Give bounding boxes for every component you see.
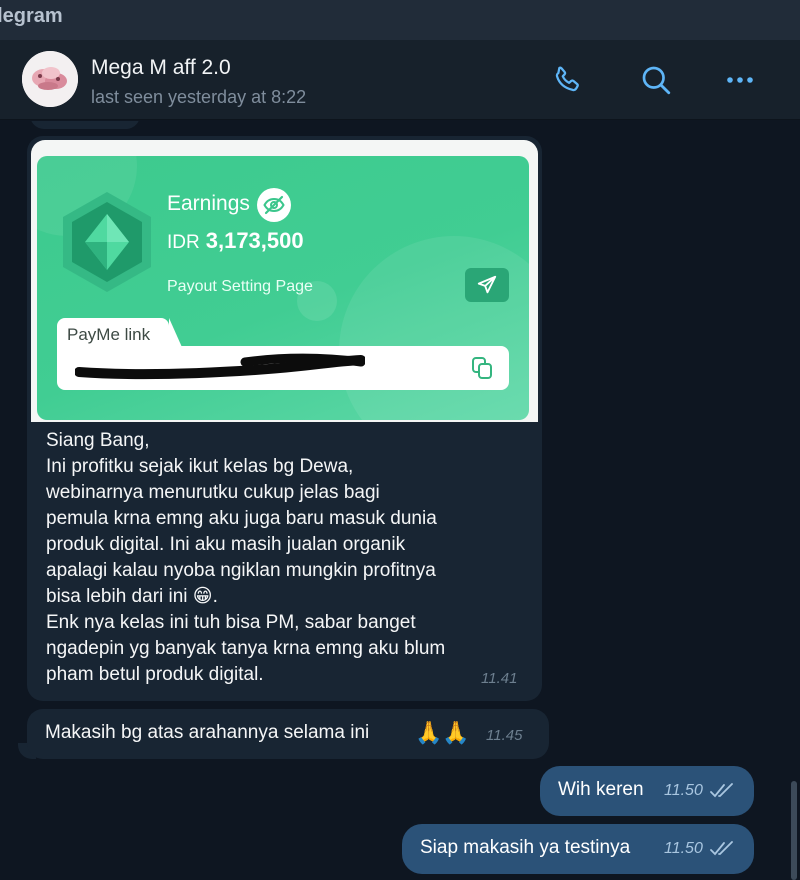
earnings-card: Earnings IDR 3,173,500 Payout Setting Pag…: [37, 156, 529, 420]
chat-title[interactable]: Mega M aff 2.0: [91, 56, 231, 80]
send-button-in-photo: [465, 268, 509, 302]
search-icon: [642, 66, 671, 95]
outgoing-message[interactable]: Wih keren 11.50: [540, 766, 754, 816]
window-titlebar: elegram: [0, 0, 800, 40]
message-text: Wih keren: [558, 779, 644, 800]
eye-off-icon: [257, 188, 291, 222]
amount-value: 3,173,500: [205, 228, 304, 253]
redaction-scribble: [75, 353, 365, 380]
pray-emoji: 🙏🙏: [415, 720, 470, 745]
more-icon: [727, 77, 753, 83]
incoming-message[interactable]: Makasih bg atas arahannya selama ini 🙏🙏 …: [27, 709, 549, 759]
scrollbar-thumb[interactable]: [791, 781, 797, 880]
previous-message-bubble: [30, 121, 140, 129]
message-text: Siap makasih ya testinya: [420, 837, 631, 858]
chat-status: last seen yesterday at 8:22: [91, 87, 307, 107]
copy-icon: [472, 357, 492, 379]
app-title: elegram: [0, 5, 63, 27]
payme-label: PayMe link: [67, 325, 151, 344]
avatar-image: [22, 51, 78, 107]
payout-setting-label: Payout Setting Page: [167, 278, 313, 295]
double-check-icon: [710, 783, 733, 798]
chat-scrollbar[interactable]: [788, 121, 800, 880]
message-time: 11.45: [486, 727, 523, 744]
outgoing-message[interactable]: Siap makasih ya testinya 11.50: [402, 824, 754, 874]
call-button[interactable]: [547, 60, 587, 100]
message-time: 11.50: [664, 782, 703, 799]
incoming-photo-message[interactable]: Earnings IDR 3,173,500 Payout Setting Pag…: [27, 136, 542, 701]
earnings-amount: IDR 3,173,500: [167, 228, 304, 254]
more-button[interactable]: [720, 60, 760, 100]
message-time: 11.41: [481, 670, 518, 687]
chat-history[interactable]: Earnings IDR 3,173,500 Payout Setting Pag…: [0, 121, 800, 880]
message-text: Siang Bang, Ini profitku sejak ikut kela…: [46, 430, 446, 685]
card-decoration: [339, 236, 529, 420]
phone-icon: [555, 66, 579, 92]
earnings-screenshot-photo[interactable]: Earnings IDR 3,173,500 Payout Setting Pag…: [31, 140, 538, 422]
earnings-label: Earnings: [167, 192, 250, 215]
send-icon: [477, 275, 497, 294]
message-time: 11.50: [664, 840, 703, 857]
currency-label: IDR: [167, 232, 200, 253]
search-button[interactable]: [636, 60, 676, 100]
chat-header[interactable]: Mega M aff 2.0 last seen yesterday at 8:…: [0, 40, 800, 120]
diamond-badge-icon: [63, 192, 151, 292]
message-text: Makasih bg atas arahannya selama ini: [45, 722, 370, 743]
double-check-icon: [710, 841, 733, 856]
avatar[interactable]: [22, 51, 78, 107]
